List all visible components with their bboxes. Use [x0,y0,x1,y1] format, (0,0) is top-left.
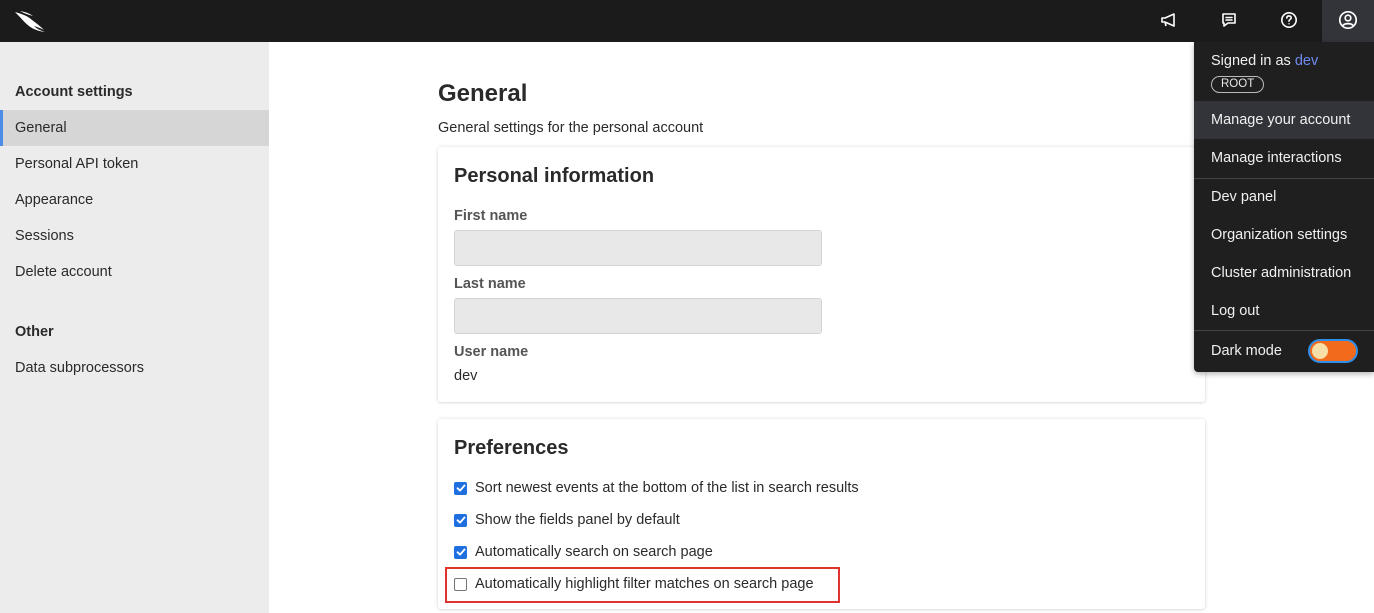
checkmark-icon [456,484,465,492]
feedback-button[interactable] [1209,0,1249,42]
menu-item-manage-account[interactable]: Manage your account [1194,101,1374,139]
falcon-logo-icon[interactable] [12,6,52,36]
username-value: dev [454,368,478,384]
pref-show-fields-panel[interactable]: Show the fields panel by default [454,509,680,531]
checkmark-icon [456,548,465,556]
dark-mode-toggle[interactable] [1308,339,1358,363]
menu-item-cluster-administration[interactable]: Cluster administration [1194,254,1374,292]
personal-information-card: Personal information First name Last nam… [438,147,1205,402]
account-dropdown-menu: Signed in as dev ROOT Manage your accoun… [1194,42,1374,372]
personal-information-title: Personal information [454,165,655,187]
preferences-card: Preferences Sort newest events at the bo… [438,419,1205,609]
role-badge: ROOT [1211,76,1265,93]
annotation-highlight-box [445,567,840,603]
page-title: General [438,80,528,107]
settings-sidebar: Account settings General Personal API to… [0,42,269,613]
top-navigation-bar [0,0,1374,42]
pref-sort-newest-bottom[interactable]: Sort newest events at the bottom of the … [454,477,859,499]
feedback-icon [1221,12,1237,31]
checkmark-icon [456,516,465,524]
menu-item-log-out[interactable]: Log out [1194,292,1374,330]
first-name-label: First name [454,208,528,224]
toggle-knob [1312,343,1328,359]
first-name-input[interactable] [454,230,822,266]
signed-in-text: Signed in as dev [1211,53,1318,69]
last-name-label: Last name [454,276,526,292]
checkbox-checked[interactable] [454,545,467,559]
page-subtitle: General settings for the personal accoun… [438,120,704,136]
pref-label: Sort newest events at the bottom of the … [475,480,859,496]
sidebar-item-data-subprocessors[interactable]: Data subprocessors [0,350,269,386]
help-icon [1280,11,1298,32]
pref-auto-search[interactable]: Automatically search on search page [454,541,713,563]
signed-in-prefix: Signed in as [1211,53,1291,69]
preferences-title: Preferences [454,437,569,459]
sidebar-item-general[interactable]: General [0,110,269,146]
signed-in-username: dev [1294,53,1319,69]
sidebar-item-delete-account[interactable]: Delete account [0,254,269,290]
checkbox-checked[interactable] [454,513,467,527]
last-name-input[interactable] [454,298,822,334]
user-account-icon [1338,10,1358,33]
sidebar-heading-other: Other [15,324,54,340]
menu-item-manage-interactions[interactable]: Manage interactions [1194,139,1374,177]
sidebar-item-personal-api-token[interactable]: Personal API token [0,146,269,182]
help-button[interactable] [1269,0,1309,42]
menu-item-dev-panel[interactable]: Dev panel [1194,178,1374,216]
sidebar-item-sessions[interactable]: Sessions [0,218,269,254]
username-label: User name [454,344,529,360]
pref-label: Automatically search on search page [475,544,713,560]
megaphone-icon [1160,12,1178,31]
account-menu-button[interactable] [1322,0,1374,42]
announcements-button[interactable] [1149,0,1189,42]
menu-item-organization-settings[interactable]: Organization settings [1194,216,1374,254]
checkbox-checked[interactable] [454,481,467,495]
pref-label: Show the fields panel by default [475,512,680,528]
sidebar-item-appearance[interactable]: Appearance [0,182,269,218]
menu-divider [1194,330,1374,331]
sidebar-heading-account-settings: Account settings [15,84,133,100]
